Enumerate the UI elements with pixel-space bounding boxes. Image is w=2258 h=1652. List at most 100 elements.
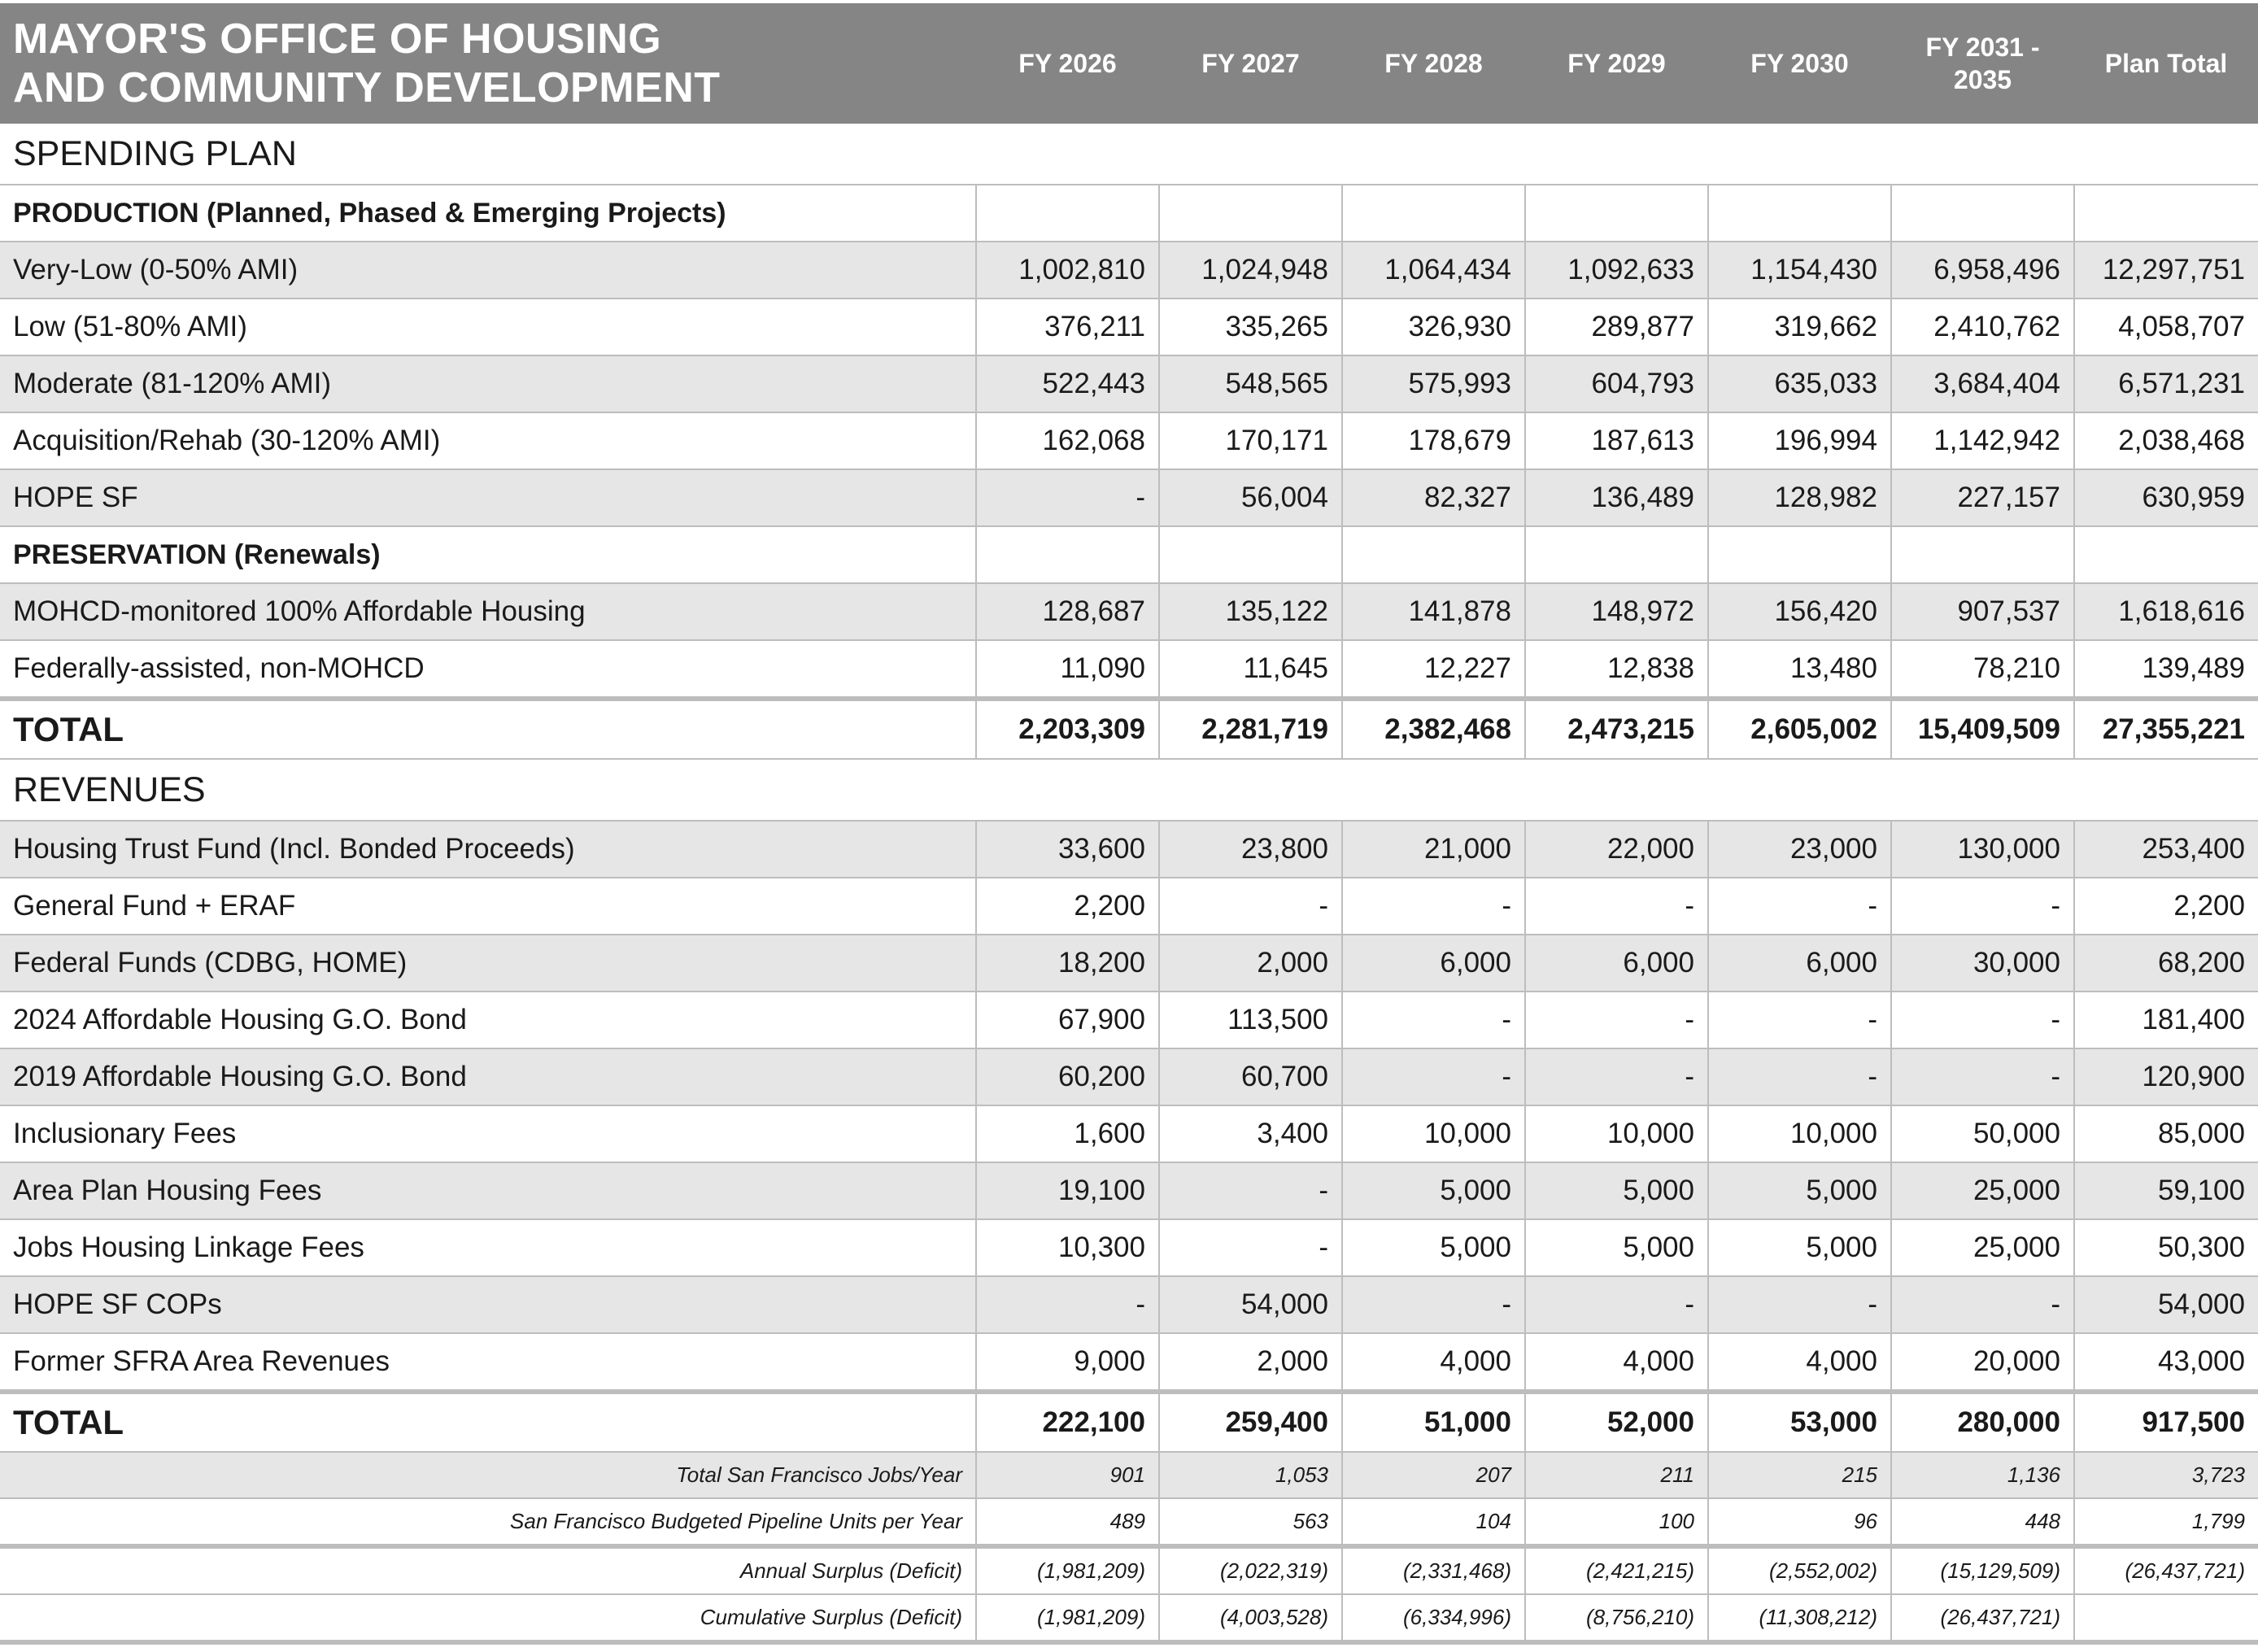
value-cell: 1,024,948: [1158, 242, 1342, 299]
value-cell: (1,981,209): [975, 1594, 1159, 1645]
value-cell: 43,000: [2073, 1333, 2258, 1393]
value-cell: 4,000: [1524, 1333, 1708, 1393]
value-cell: 53,000: [1707, 1389, 1891, 1453]
value-cell: 10,000: [1707, 1105, 1891, 1163]
value-cell: 5,000: [1341, 1219, 1525, 1277]
value-cell: 2,382,468: [1341, 696, 1525, 760]
table-row: Federally-assisted, non-MOHCD 11,090 11,64…: [0, 640, 2258, 700]
empty-cell: [1341, 526, 1525, 584]
empty-cell: [975, 185, 1159, 242]
row-label: TOTAL: [0, 1389, 976, 1453]
value-cell: -: [1707, 992, 1891, 1049]
value-cell: 1,799: [2073, 1498, 2258, 1547]
value-cell: 128,687: [975, 583, 1159, 641]
value-cell: 50,000: [1890, 1105, 2074, 1163]
value-cell: 54,000: [1158, 1276, 1342, 1334]
value-cell: 901: [975, 1452, 1159, 1499]
column-header: FY 2028: [1342, 3, 1525, 124]
row-label: Area Plan Housing Fees: [0, 1162, 976, 1220]
row-label: Federally-assisted, non-MOHCD: [0, 640, 976, 700]
row-label: Acquisition/Rehab (30-120% AMI): [0, 412, 976, 470]
table-row: Area Plan Housing Fees 19,100-5,000 5,000 5…: [0, 1162, 2258, 1220]
value-cell: 6,000: [1524, 935, 1708, 992]
value-cell: -: [1890, 878, 2074, 935]
value-cell: 448: [1890, 1498, 2074, 1547]
value-cell: 6,958,496: [1890, 242, 2074, 299]
value-cell: 2,000: [1158, 935, 1342, 992]
row-label: Housing Trust Fund (Incl. Bonded Proceed…: [0, 821, 976, 878]
total-row: TOTAL 222,100 259,400 51,000 52,000 53,000 280…: [0, 1389, 2258, 1453]
value-cell: 575,993: [1341, 355, 1525, 413]
metric-row: Annual Surplus (Deficit) (1,981,209) (2,02…: [0, 1544, 2258, 1595]
value-cell: 3,684,404: [1890, 355, 2074, 413]
value-cell: 82,327: [1341, 469, 1525, 527]
value-cell: 27,355,221: [2073, 696, 2258, 760]
value-cell: 136,489: [1524, 469, 1708, 527]
value-cell: 6,571,231: [2073, 355, 2258, 413]
value-cell: 5,000: [1524, 1219, 1708, 1277]
value-cell: 130,000: [1890, 821, 2074, 878]
table-row: Moderate (81-120% AMI) 522,443 548,565 575,…: [0, 355, 2258, 413]
value-cell: 23,800: [1158, 821, 1342, 878]
value-cell: (26,437,721): [1890, 1594, 2074, 1645]
value-cell: (2,022,319): [1158, 1544, 1342, 1595]
value-cell: 141,878: [1341, 583, 1525, 641]
row-label: Low (51-80% AMI): [0, 299, 976, 356]
value-cell: 181,400: [2073, 992, 2258, 1049]
value-cell: 120,900: [2073, 1048, 2258, 1106]
table-row: MOHCD-monitored 100% Affordable Housing 1…: [0, 583, 2258, 641]
value-cell: 67,900: [975, 992, 1159, 1049]
value-cell: 5,000: [1707, 1219, 1891, 1277]
value-cell: 207: [1341, 1452, 1525, 1499]
value-cell: 227,157: [1890, 469, 2074, 527]
value-cell: 5,000: [1707, 1162, 1891, 1220]
total-row: TOTAL 2,203,309 2,281,719 2,382,468 2,473,21…: [0, 696, 2258, 760]
value-cell: -: [1341, 992, 1525, 1049]
value-cell: 139,489: [2073, 640, 2258, 700]
value-cell: 59,100: [2073, 1162, 2258, 1220]
value-cell: 376,211: [975, 299, 1159, 356]
value-cell: 222,100: [975, 1389, 1159, 1453]
value-cell: 12,227: [1341, 640, 1525, 700]
column-header: FY 2027: [1159, 3, 1342, 124]
value-cell: 253,400: [2073, 821, 2258, 878]
value-cell: 30,000: [1890, 935, 2074, 992]
value-cell: 2,200: [975, 878, 1159, 935]
column-header: FY 2030: [1708, 3, 1891, 124]
value-cell: -: [1890, 992, 2074, 1049]
value-cell: 635,033: [1707, 355, 1891, 413]
value-cell: 162,068: [975, 412, 1159, 470]
value-cell: (2,421,215): [1524, 1544, 1708, 1595]
value-cell: 10,000: [1341, 1105, 1525, 1163]
empty-cell: [1524, 185, 1708, 242]
value-cell: (8,756,210): [1524, 1594, 1708, 1645]
value-cell: 22,000: [1524, 821, 1708, 878]
value-cell: 9,000: [975, 1333, 1159, 1393]
subsection-header: PRODUCTION (Planned, Phased & Emerging P…: [0, 185, 2258, 242]
value-cell: 85,000: [2073, 1105, 2258, 1163]
column-header: Plan Total: [2074, 3, 2258, 124]
value-cell: 19,100: [975, 1162, 1159, 1220]
value-cell: 630,959: [2073, 469, 2258, 527]
value-cell: 1,002,810: [975, 242, 1159, 299]
value-cell: -: [1890, 1048, 2074, 1106]
value-cell: 1,600: [975, 1105, 1159, 1163]
value-cell: 12,838: [1524, 640, 1708, 700]
value-cell: -: [1341, 1276, 1525, 1334]
empty-cell: [1158, 185, 1342, 242]
value-cell: 25,000: [1890, 1162, 2074, 1220]
table-row: Low (51-80% AMI) 376,211 335,265 326,930 289…: [0, 299, 2258, 356]
empty-cell: [1341, 185, 1525, 242]
value-cell: 23,000: [1707, 821, 1891, 878]
row-label: Inclusionary Fees: [0, 1105, 976, 1163]
value-cell: (26,437,721): [2073, 1544, 2258, 1595]
value-cell: 289,877: [1524, 299, 1708, 356]
value-cell: 21,000: [1341, 821, 1525, 878]
value-cell: 280,000: [1890, 1389, 2074, 1453]
value-cell: 68,200: [2073, 935, 2258, 992]
value-cell: 13,480: [1707, 640, 1891, 700]
subsection-title: PRODUCTION (Planned, Phased & Emerging P…: [0, 185, 976, 242]
table-row: General Fund + ERAF 2,200- - - - -2,200: [0, 878, 2258, 935]
value-cell: 15,409,509: [1890, 696, 2074, 760]
value-cell: 1,053: [1158, 1452, 1342, 1499]
